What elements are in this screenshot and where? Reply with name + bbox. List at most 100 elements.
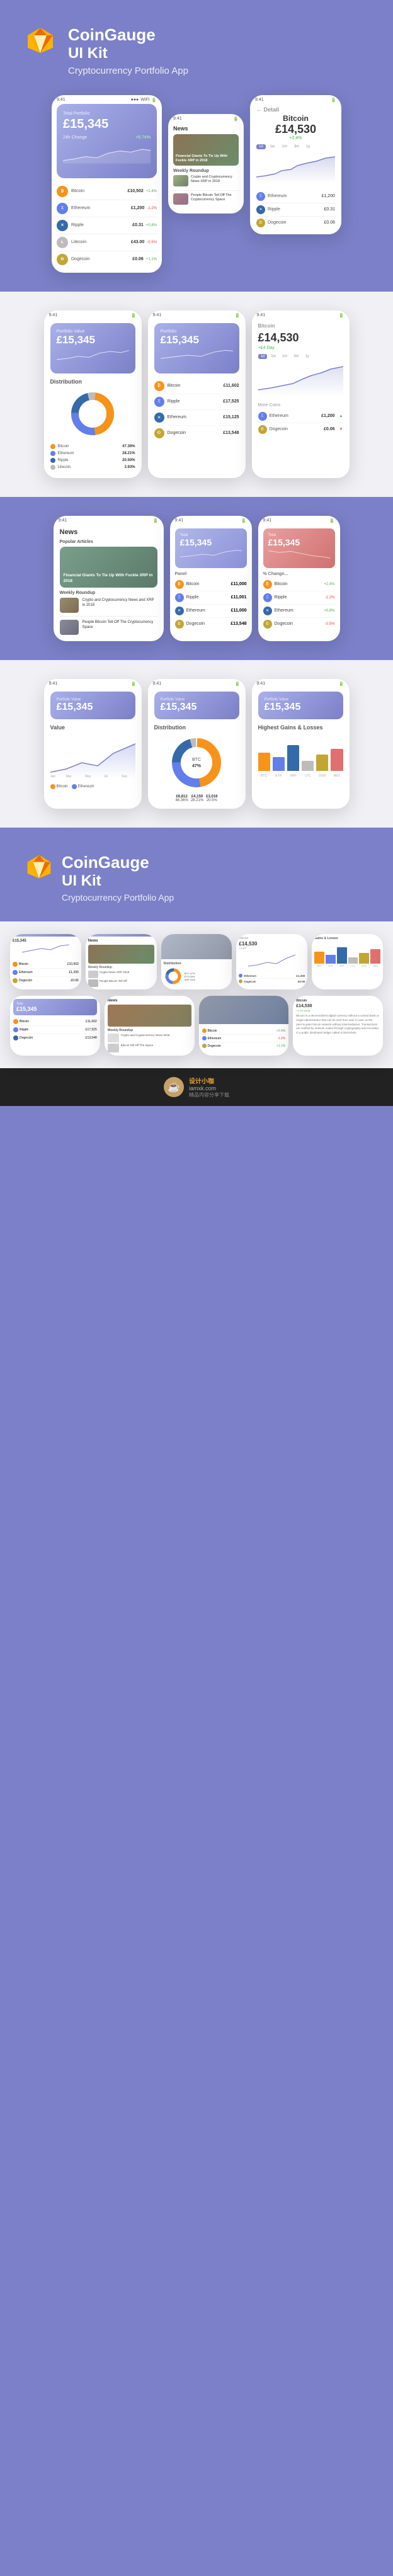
watermark-content: ☕ 设计小咖 iamxk.com 精品内容分享下载 [164,1076,229,1098]
bitcoin-chart [256,152,335,183]
news-title: News [173,125,239,132]
dist-status: 9:41🔋 [44,311,142,319]
legend-dot-xrp [50,458,55,463]
popular-label: Popular Articles [60,540,157,544]
donut-container [50,389,135,439]
more-coins-label: More Coins [258,403,343,407]
watermark-site: iamxk.com [189,1085,229,1091]
header-section: CoinGauge UI Kit Cryptocurrency Portfoli… [0,0,393,95]
row-xrp: ✕ Ripple £0.31 [256,203,335,217]
doge-name: Dogecoin [71,257,132,261]
legend-name-ltc: Litecoin [58,465,122,469]
news-article-1: Crypto and Cryptocurrency News XRP in 20… [191,175,239,184]
footer-subtitle: Cryptocurrency Portfolio App [62,892,174,903]
tab-1y[interactable]: 1y [304,144,312,149]
dist-chart [57,346,129,364]
legend-pct-btc: 47.36% [122,445,135,448]
xrp-price-sm: £0.31 [324,207,335,212]
donut-chart [67,389,118,439]
news-item-1: Crypto and Cryptocurrency News XRP in 20… [173,175,239,186]
doge-price-sm: £0.06 [324,220,335,225]
legend-pct-ltc: 3.93% [124,465,135,469]
mc-row-1: Ξ Ethereum £1,200 ▲ [258,410,343,423]
row-doge: Ɖ Dogecoin £0.06 [256,217,335,229]
dist-phone-2: 9:41🔋 Portfolio Value £15,345 Distributi… [148,679,246,809]
dist-donut-2: BTC 47% [168,734,225,791]
xrp-icon-sm: ✕ [256,205,265,214]
balance-card: Total Portfolio £15,345 24h Change +8.74… [57,104,157,178]
xrp-change: +0.8% [146,224,157,227]
legend-dot-ltc [50,465,55,470]
watermark-brand: 设计小咖 [189,1076,229,1085]
tab-1m[interactable]: 1m [279,144,289,149]
legend-pct-xrp: 20.50% [122,459,135,462]
legend-ltc: Litecoin 3.93% [50,465,135,470]
change-value: +8.74% [135,135,151,140]
btc-name: Bitcoin [71,189,128,193]
news-item-2: People Bitcoin Tell Off The Cryptocurren… [173,193,239,205]
coin-list-phone-2: 9:41🔋 Total £15,345 % Change... ₿ Bitcoi… [258,516,340,641]
mini-grid-2: Total £15,345 Bitcoin £11,602 Ripple £17… [10,996,383,1056]
value-label: Value [50,724,135,731]
value-chart: Jan Mar May Jul Sep [50,734,135,778]
news-divider-1 [173,190,239,191]
svg-text:47%: 47% [192,764,202,768]
status-bar-2: 9:41🔋 [168,114,244,123]
doge-price: £0.06 [132,257,144,261]
btc-chg-pct: +£4 Day [258,346,343,350]
analytics-section: 9:41🔋 Portfolio Value £15,345 Value [0,660,393,828]
btc-screen: Bitcoin £14,530 +£4 Day 1d 1w 1m 3m 1y [252,319,350,442]
value-phone: 9:41🔋 Portfolio Value £15,345 Value [44,679,142,809]
portfolio-list-phone: 9:41🔋 Portfolio £15,345 ₿ Bitcoin £11,60… [148,311,246,478]
change-label: 24h Change [63,135,87,140]
prow-xrp: ✕ Ethereum £15,125 [154,410,239,426]
header-text: CoinGauge UI Kit Cryptocurrency Portfoli… [68,25,188,76]
list-item-ltc: Ł Litecoin £43.00 -0.5% [57,234,157,251]
news-featured-img: Financial Giants To Tie Up With Fockle X… [173,134,239,166]
list-item-xrp: ✕ Ripple £0.31 +0.8% [57,217,157,234]
tab-1d[interactable]: 1d [256,144,266,149]
port-chart-sm [161,346,233,364]
app-subtitle: Cryptocurrency Portfolio App [68,66,188,76]
footer-brand: CoinGauge UI Kit Cryptocurrency Portfoli… [0,828,393,921]
footer-brand-content: CoinGauge UI Kit Cryptocurrency Portfoli… [25,853,368,903]
back-label: ← Detail [256,106,335,113]
white-section-1: 9:41🔋 Portfolio Value £15,345 Distributi… [0,292,393,497]
tab-1w[interactable]: 1w [268,144,278,149]
btc-tabs: 1d 1w 1m 3m 1y [258,354,343,359]
svg-text:Jan: Jan [50,775,55,778]
port-balance-card: Portfolio £15,345 [154,323,239,373]
watermark-desc: 精品内容分享下载 [189,1091,229,1098]
ltc-price: £43.00 [131,240,144,244]
crypto-list: ₿ Bitcoin £10,502 +2.4% Ξ Ethereum £1,20… [52,183,162,273]
bitcoin-change: +2.4% [256,136,335,140]
ltc-change: -0.5% [147,241,157,244]
list-item-doge: Ɖ Dogecoin £0.06 +1.1% [57,251,157,268]
svg-text:Sep: Sep [122,775,127,778]
mini-phone-3: Distribution BTC 47% ETH 28% XRP 20% [161,934,232,989]
legend-name-btc: Bitcoin [58,445,120,448]
news-phone-small: 9:41🔋 News Financial Giants To Tie Up Wi… [168,114,244,214]
eth-label: Ethereum [268,194,319,198]
port-screen: Portfolio £15,345 ₿ Bitcoin £11,602 Ξ [148,319,246,447]
tab-3m[interactable]: 3m [292,144,302,149]
port-status: 9:41🔋 [148,311,246,319]
btc-change: +2.4% [146,190,157,193]
news-big-screen: News Popular Articles Financial Giants T… [54,525,164,641]
news-thumb-1 [173,175,188,186]
svg-text:Mar: Mar [66,775,72,778]
eth-name: Ethereum [71,206,131,210]
doge-change: +1.1% [146,258,157,261]
news-phones-row: 9:41🔋 News Popular Articles Financial Gi… [13,516,380,641]
distribution-phone: 9:41🔋 Portfolio Value £15,345 Distributi… [44,311,142,478]
portfolio-phone: 9:41 ●●●WiFi🔋 Total Portfolio £15,345 24… [52,95,162,273]
eth-price-sm: £1,200 [322,194,335,198]
dist-balance-val: £15,345 [57,334,129,346]
ltc-name: Litecoin [71,240,131,244]
svg-text:Jul: Jul [104,775,108,778]
phones-row1: 9:41 ●●●WiFi🔋 Total Portfolio £15,345 24… [0,95,393,292]
legend-eth: Ethereum 28.21% [50,451,135,456]
legend-dot-btc [50,444,55,449]
distribution-legend: Bitcoin 47.36% Ethereum 28.21% Ripple 20… [50,444,135,470]
btc-price-big: £14,530 [258,331,343,345]
